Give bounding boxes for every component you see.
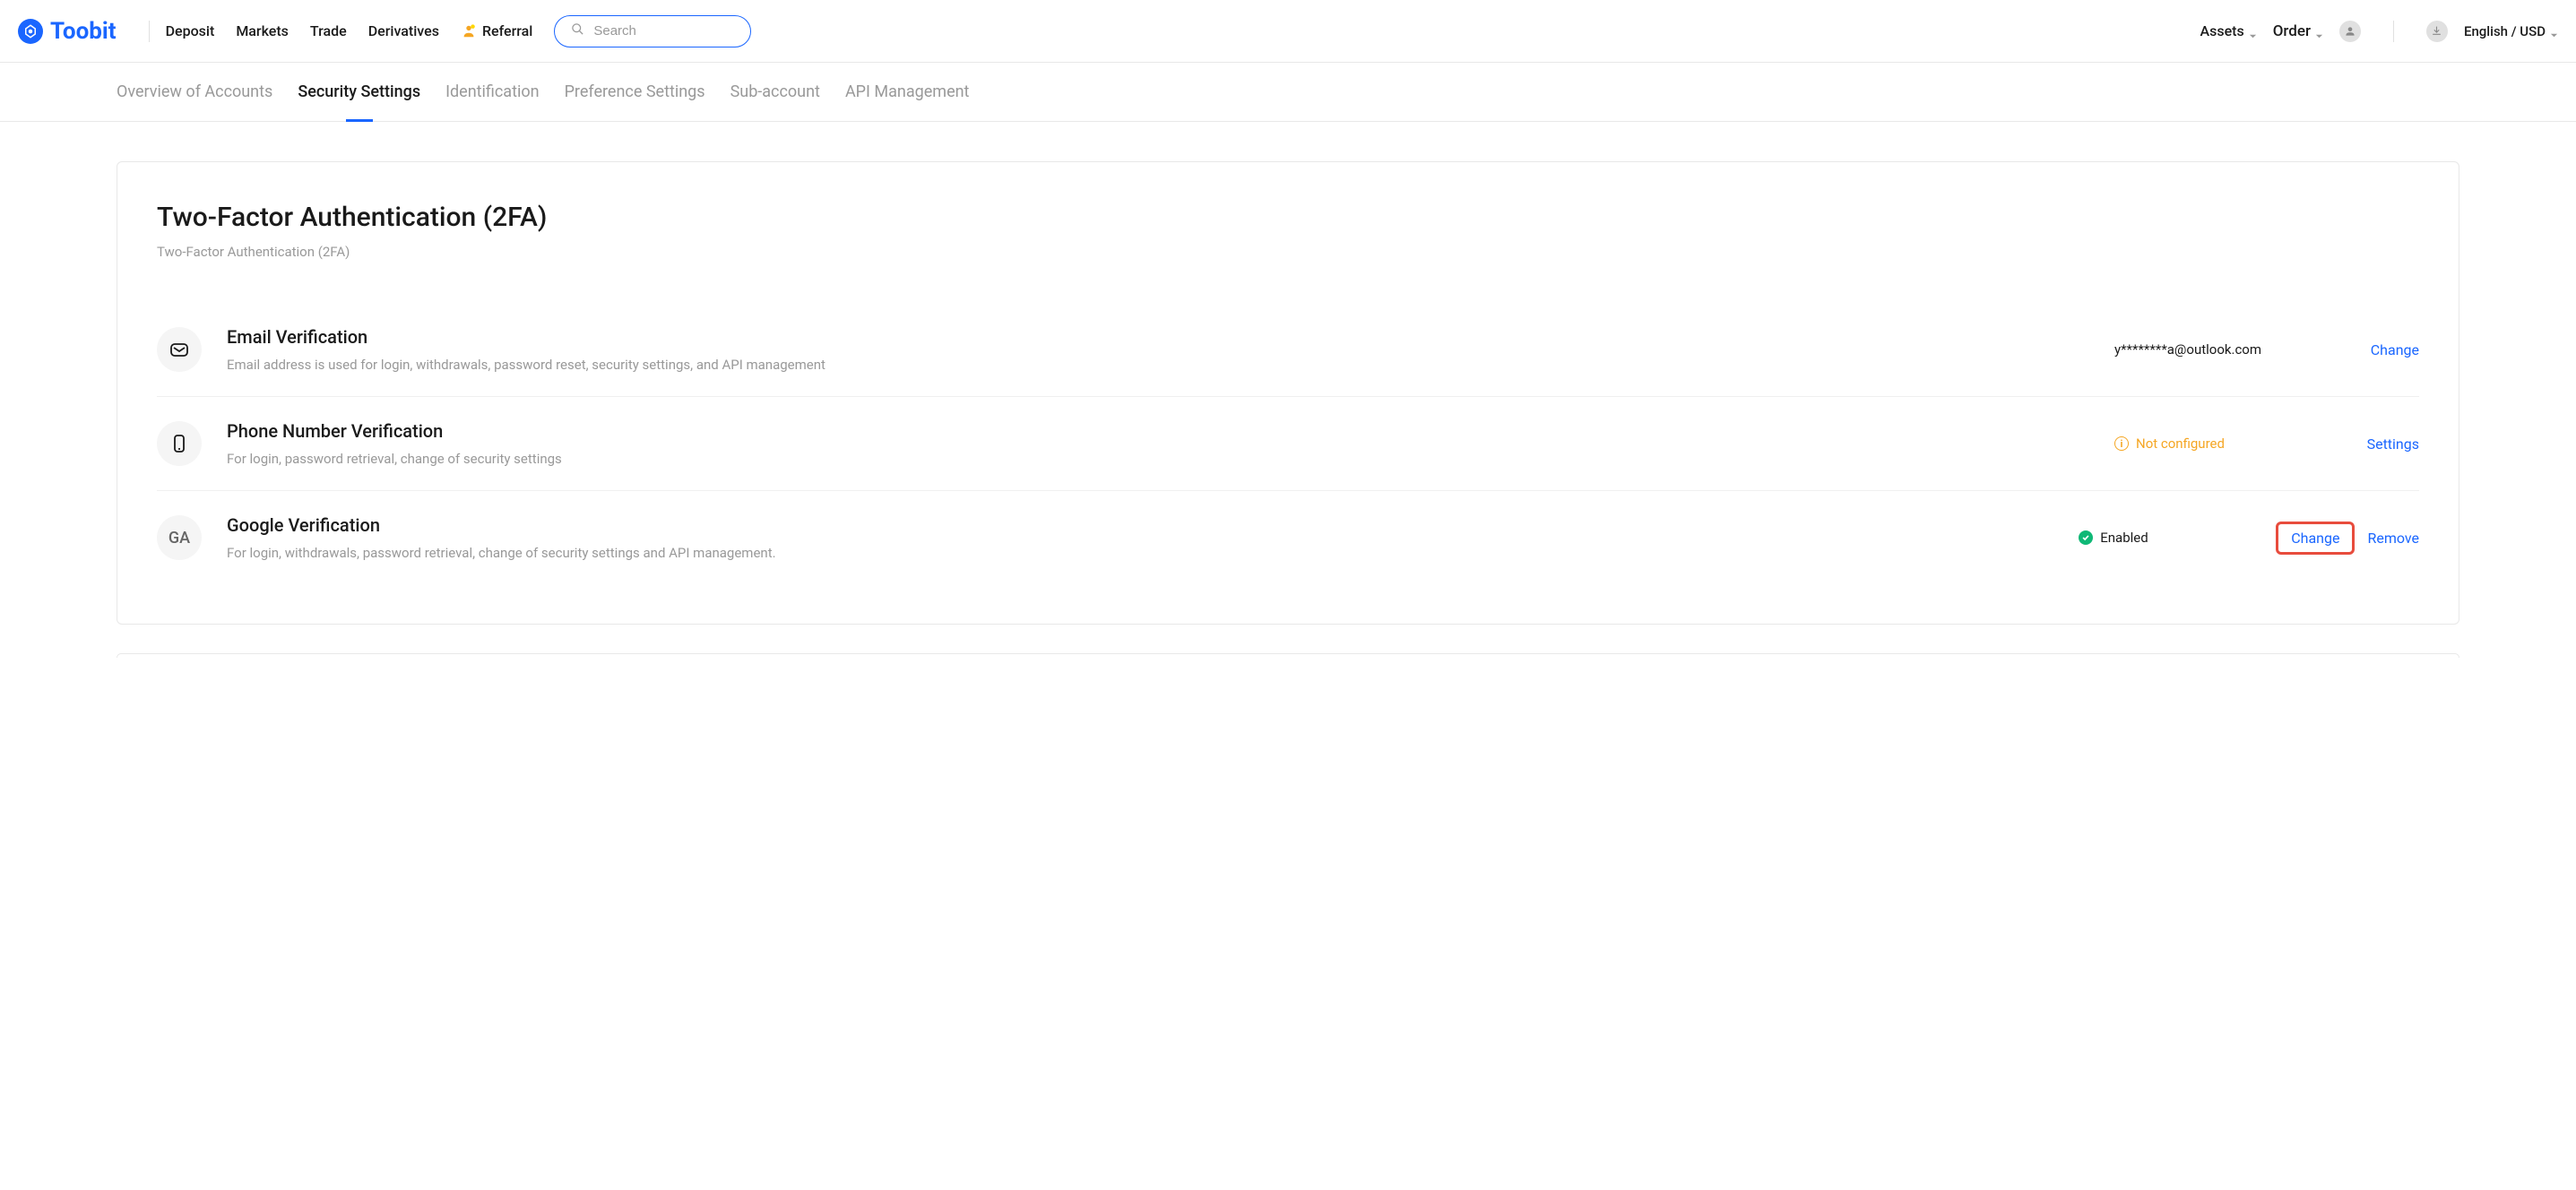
divider bbox=[149, 21, 150, 42]
nav-derivatives[interactable]: Derivatives bbox=[368, 22, 439, 39]
google-auth-icon: GA bbox=[157, 515, 202, 560]
tab-security[interactable]: Security Settings bbox=[298, 63, 420, 121]
avatar[interactable] bbox=[2339, 21, 2361, 42]
logo[interactable]: Toobit bbox=[18, 18, 117, 45]
header-right: Assets Order English / USD bbox=[2200, 21, 2558, 42]
email-icon bbox=[157, 327, 202, 372]
google-title: Google Verification bbox=[227, 514, 2079, 536]
ga-text: GA bbox=[169, 529, 190, 548]
referral-label: Referral bbox=[482, 22, 532, 39]
nav-deposit[interactable]: Deposit bbox=[166, 22, 215, 39]
phone-verification-row: Phone Number Verification For login, pas… bbox=[157, 397, 2419, 491]
phone-desc: For login, password retrieval, change of… bbox=[227, 451, 2114, 467]
assets-label: Assets bbox=[2200, 22, 2243, 39]
chevron-down-icon bbox=[2249, 27, 2257, 35]
order-label: Order bbox=[2273, 22, 2311, 40]
tab-overview[interactable]: Overview of Accounts bbox=[117, 63, 272, 121]
email-desc: Email address is used for login, withdra… bbox=[227, 357, 2114, 373]
nav-trade[interactable]: Trade bbox=[310, 22, 347, 39]
chevron-down-icon bbox=[2315, 27, 2323, 35]
card-subtitle: Two-Factor Authentication (2FA) bbox=[157, 244, 2419, 260]
check-icon bbox=[2079, 530, 2093, 545]
logo-text: Toobit bbox=[50, 18, 117, 45]
two-factor-card: Two-Factor Authentication (2FA) Two-Fact… bbox=[117, 161, 2459, 625]
tab-api[interactable]: API Management bbox=[845, 63, 970, 121]
google-change-highlight: Change bbox=[2276, 522, 2355, 555]
email-change-link[interactable]: Change bbox=[2371, 341, 2419, 358]
email-status: y********a@outlook.com bbox=[2114, 341, 2276, 358]
email-info: Email Verification Email address is used… bbox=[227, 326, 2114, 373]
tab-identification[interactable]: Identification bbox=[445, 63, 539, 121]
search-icon bbox=[571, 22, 584, 39]
google-status: Enabled bbox=[2079, 530, 2240, 546]
search-box[interactable] bbox=[554, 15, 751, 47]
email-verification-row: Email Verification Email address is used… bbox=[157, 303, 2419, 397]
lang-currency-dropdown[interactable]: English / USD bbox=[2464, 23, 2558, 39]
search-input[interactable] bbox=[593, 23, 772, 39]
chevron-down-icon bbox=[2550, 27, 2558, 35]
phone-actions: Settings bbox=[2312, 435, 2419, 453]
download-button[interactable] bbox=[2426, 21, 2448, 42]
google-change-link[interactable]: Change bbox=[2291, 530, 2339, 547]
google-info: Google Verification For login, withdrawa… bbox=[227, 514, 2079, 561]
nav-markets[interactable]: Markets bbox=[236, 22, 289, 39]
email-actions: Change bbox=[2312, 341, 2419, 358]
phone-info: Phone Number Verification For login, pas… bbox=[227, 420, 2114, 467]
phone-settings-link[interactable]: Settings bbox=[2367, 435, 2419, 453]
tab-subaccount[interactable]: Sub-account bbox=[730, 63, 820, 121]
warning-icon: i bbox=[2114, 436, 2129, 451]
referral-icon bbox=[461, 23, 477, 39]
tab-preference[interactable]: Preference Settings bbox=[565, 63, 705, 121]
next-card-partial bbox=[117, 653, 2459, 658]
header: Toobit Deposit Markets Trade Derivatives… bbox=[0, 0, 2576, 63]
tabs-bar: Overview of Accounts Security Settings I… bbox=[0, 63, 2576, 122]
nav-links: Deposit Markets Trade Derivatives Referr… bbox=[166, 22, 533, 39]
lang-currency-label: English / USD bbox=[2464, 23, 2546, 39]
nav-referral[interactable]: Referral bbox=[461, 22, 532, 39]
email-title: Email Verification bbox=[227, 326, 2114, 348]
phone-title: Phone Number Verification bbox=[227, 420, 2114, 442]
order-dropdown[interactable]: Order bbox=[2273, 22, 2323, 40]
google-remove-link[interactable]: Remove bbox=[2367, 530, 2419, 547]
assets-dropdown[interactable]: Assets bbox=[2200, 22, 2256, 39]
google-desc: For login, withdrawals, password retriev… bbox=[227, 545, 2079, 561]
google-actions: Change Remove bbox=[2276, 522, 2419, 555]
content: Two-Factor Authentication (2FA) Two-Fact… bbox=[0, 122, 2576, 726]
tabs: Overview of Accounts Security Settings I… bbox=[117, 63, 2459, 121]
phone-status: i Not configured bbox=[2114, 435, 2276, 452]
logo-icon bbox=[18, 19, 43, 44]
phone-icon bbox=[157, 421, 202, 466]
email-value: y********a@outlook.com bbox=[2114, 341, 2261, 358]
divider bbox=[2393, 21, 2394, 42]
google-status-text: Enabled bbox=[2100, 530, 2148, 546]
card-title: Two-Factor Authentication (2FA) bbox=[157, 202, 2419, 233]
phone-status-text: Not configured bbox=[2136, 435, 2225, 452]
google-verification-row: GA Google Verification For login, withdr… bbox=[157, 491, 2419, 584]
